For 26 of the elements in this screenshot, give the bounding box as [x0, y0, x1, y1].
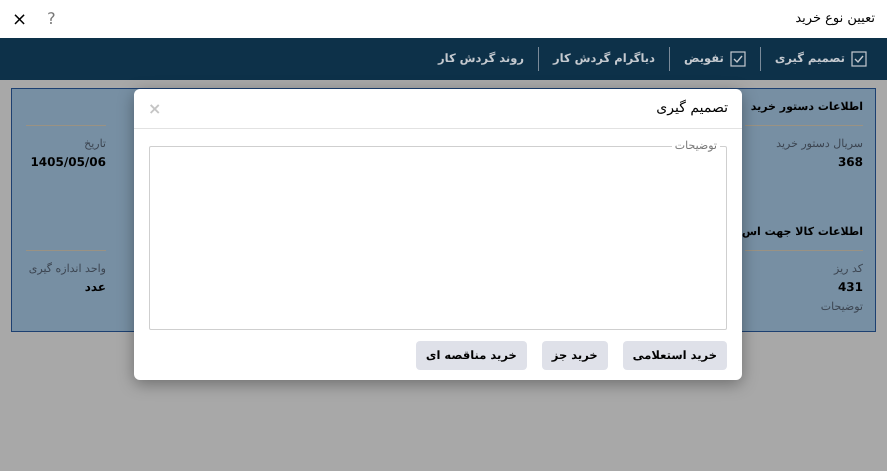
field-label: سریال دستور خرید: [775, 136, 863, 152]
checkbox-icon: [851, 51, 867, 67]
field-label: کد ریز: [832, 261, 863, 277]
section-title: اطلاعات دستور خرید: [750, 98, 863, 115]
field-value: 1405/05/06: [29, 154, 106, 170]
purchase-type-button[interactable]: خرید مناقصه ای: [416, 341, 527, 370]
checkbox-icon: [730, 51, 746, 67]
window-title: تعیین نوع خرید: [795, 10, 875, 28]
toolbar-button[interactable]: روند گردش کار: [438, 50, 524, 68]
purchase-type-button[interactable]: خرید استعلامی: [622, 341, 727, 370]
description-field[interactable]: توضیحات: [149, 138, 727, 330]
dialog-title: تصمیم گیری: [656, 98, 728, 118]
field-label: توضیحات: [820, 299, 863, 315]
field-value: عدد: [84, 278, 106, 296]
close-button[interactable]: ×: [12, 6, 28, 32]
toolbar-button[interactable]: تفویض: [684, 50, 746, 68]
field-label: تاریخ: [83, 136, 106, 152]
help-button[interactable]: ?: [47, 7, 56, 31]
field-value: 431: [836, 278, 863, 296]
toolbar-button[interactable]: دیاگرام گردش کار: [553, 50, 656, 68]
toolbar-button[interactable]: تصمیم گیری: [774, 50, 867, 68]
field-legend: توضیحات: [672, 138, 720, 154]
field-label: واحد اندازه گیری: [28, 261, 106, 277]
field-value: 368: [836, 154, 863, 170]
purchase-type-button[interactable]: خرید جز: [542, 341, 608, 370]
section-title: اطلاعات کالا جهت اس: [742, 224, 863, 240]
